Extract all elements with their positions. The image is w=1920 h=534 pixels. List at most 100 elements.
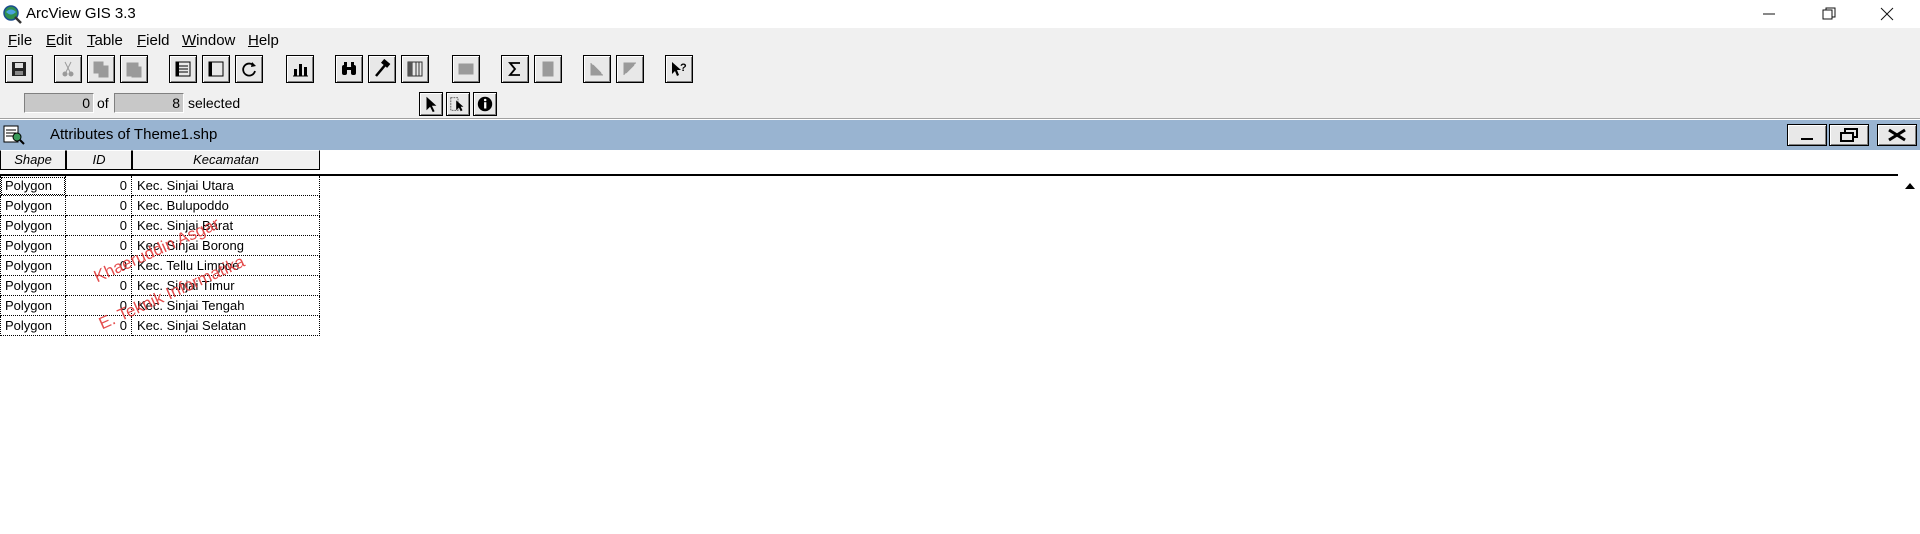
table-row[interactable]: Polygon 0 Kec. Sinjai Timur — [0, 276, 320, 296]
menu-file[interactable]: File — [8, 32, 32, 49]
select-all-icon — [175, 61, 191, 77]
table-document-icon — [3, 125, 25, 145]
minimize-icon — [1763, 13, 1775, 15]
app-title: ArcView GIS 3.3 — [26, 5, 136, 22]
id-cell[interactable]: 0 — [66, 256, 132, 276]
shape-cell[interactable]: Polygon — [0, 256, 66, 276]
table-row[interactable]: Polygon 0 Kec. Sinjai Tengah — [0, 296, 320, 316]
restore-button[interactable] — [1800, 0, 1858, 28]
kecamatan-cell[interactable]: Kec. Sinjai Barat — [132, 216, 320, 236]
id-cell[interactable]: 0 — [66, 216, 132, 236]
summarize-icon — [508, 62, 520, 76]
id-cell[interactable]: 0 — [66, 236, 132, 256]
find-button[interactable] — [335, 55, 363, 83]
of-label: of — [97, 95, 109, 111]
find-icon — [342, 62, 356, 75]
selected-count: 0 — [24, 93, 94, 113]
sort-descending-button[interactable] — [616, 55, 644, 83]
cut-icon — [62, 61, 74, 77]
selected-label: selected — [188, 95, 241, 111]
query-button[interactable] — [368, 55, 396, 83]
help-icon: ? — [672, 62, 687, 76]
arcview-globe-icon — [3, 5, 22, 24]
id-cell[interactable]: 0 — [66, 276, 132, 296]
scroll-up-button[interactable] — [1900, 176, 1920, 196]
paste-button[interactable] — [120, 55, 148, 83]
close-icon — [1880, 7, 1894, 21]
table-columns-button[interactable] — [401, 55, 429, 83]
identify-button[interactable] — [473, 92, 497, 116]
info-icon — [477, 96, 493, 112]
paste-icon — [126, 62, 142, 78]
shape-cell[interactable]: Polygon — [0, 216, 66, 236]
menu-table[interactable]: Table — [87, 32, 123, 49]
id-cell[interactable]: 0 — [66, 176, 132, 196]
close-button[interactable] — [1858, 0, 1916, 28]
table-row[interactable]: Polygon 0 Kec. Sinjai Utara — [0, 176, 320, 196]
attributes-window-title: Attributes of Theme1.shp — [50, 126, 218, 143]
kecamatan-cell[interactable]: Kec. Sinjai Tengah — [132, 296, 320, 316]
sort-ascending-icon — [590, 63, 603, 76]
table-row[interactable]: Polygon 0 Kec. Sinjai Selatan — [0, 316, 320, 336]
select-records-button[interactable] — [446, 92, 470, 116]
kecamatan-cell[interactable]: Kec. Bulupoddo — [132, 196, 320, 216]
id-cell[interactable]: 0 — [66, 196, 132, 216]
id-cell[interactable]: 0 — [66, 316, 132, 336]
shape-cell[interactable]: Polygon — [0, 236, 66, 256]
close-icon — [1888, 128, 1906, 142]
table-row[interactable]: Polygon 0 Kec. Sinjai Barat — [0, 216, 320, 236]
id-cell[interactable]: 0 — [66, 296, 132, 316]
shape-cell[interactable]: Polygon — [0, 296, 66, 316]
table-columns-icon — [407, 61, 423, 77]
select-all-button[interactable] — [169, 55, 197, 83]
kecamatan-cell[interactable]: Kec. Sinjai Borong — [132, 236, 320, 256]
restore-icon — [1840, 128, 1858, 142]
help-button[interactable]: ? — [665, 55, 693, 83]
restore-icon — [1822, 7, 1836, 20]
pointer-icon — [426, 96, 437, 113]
sort-ascending-button[interactable] — [583, 55, 611, 83]
shape-cell[interactable]: Polygon — [0, 196, 66, 216]
copy-button[interactable] — [87, 55, 115, 83]
shape-cell[interactable]: Polygon — [0, 176, 66, 196]
child-minimize-button[interactable] — [1787, 124, 1827, 146]
selection-status-bar: 0 of 8 selected — [0, 88, 1920, 119]
calculate-button[interactable] — [534, 55, 562, 83]
svg-text:?: ? — [680, 62, 687, 74]
app-title-bar: ArcView GIS 3.3 — [0, 0, 1920, 28]
select-records-icon — [450, 97, 464, 112]
column-header-shape[interactable]: Shape — [0, 150, 66, 170]
minimize-icon — [1801, 138, 1813, 140]
cut-button[interactable] — [54, 55, 82, 83]
shape-cell[interactable]: Polygon — [0, 276, 66, 296]
kecamatan-cell[interactable]: Kec. Sinjai Utara — [132, 176, 320, 196]
menu-edit[interactable]: Edit — [46, 32, 72, 49]
refresh-button[interactable] — [235, 55, 263, 83]
menu-field[interactable]: Field — [137, 32, 170, 49]
menu-help[interactable]: Help — [248, 32, 279, 49]
shape-cell[interactable]: Polygon — [0, 316, 66, 336]
kecamatan-cell[interactable]: Kec. Sinjai Selatan — [132, 316, 320, 336]
menu-window[interactable]: Window — [182, 32, 235, 49]
table-row[interactable]: Polygon 0 Kec. Sinjai Borong — [0, 236, 320, 256]
save-icon — [12, 62, 26, 76]
minimize-button[interactable] — [1740, 0, 1798, 28]
chart-button[interactable] — [286, 55, 314, 83]
summarize-button[interactable] — [501, 55, 529, 83]
save-button[interactable] — [5, 55, 33, 83]
child-close-button[interactable] — [1877, 124, 1917, 146]
select-none-button[interactable] — [202, 55, 230, 83]
column-header-id[interactable]: ID — [66, 150, 132, 170]
kecamatan-cell[interactable]: Kec. Tellu Limpoe — [132, 256, 320, 276]
pointer-tool-button[interactable] — [419, 92, 443, 116]
kecamatan-cell[interactable]: Kec. Sinjai Timur — [132, 276, 320, 296]
calculate-icon — [542, 61, 554, 77]
child-restore-button[interactable] — [1829, 124, 1869, 146]
sort-descending-icon — [623, 62, 636, 75]
column-header-kecamatan[interactable]: Kecamatan — [132, 150, 320, 170]
menu-bar: File Edit Table Field Window Help — [0, 28, 1920, 52]
table-row[interactable]: Polygon 0 Kec. Bulupoddo — [0, 196, 320, 216]
chart-icon — [293, 64, 308, 77]
promote-button[interactable] — [452, 55, 480, 83]
table-row[interactable]: Polygon 0 Kec. Tellu Limpoe — [0, 256, 320, 276]
